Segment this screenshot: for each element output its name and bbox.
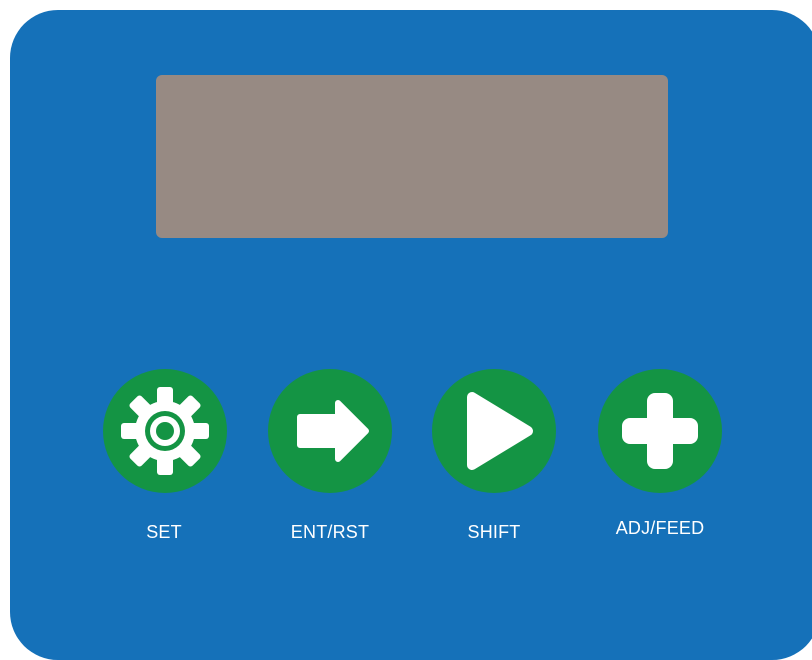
- shift-button[interactable]: [432, 369, 556, 493]
- arrow-right-icon: [297, 400, 369, 462]
- play-icon: [467, 392, 533, 470]
- shift-label: SHIFT: [467, 522, 521, 542]
- adj-feed-label: ADJ/FEED: [615, 518, 705, 538]
- gear-icon: [121, 387, 209, 475]
- set-label: SET: [146, 522, 182, 542]
- adj-feed-button[interactable]: [598, 369, 722, 493]
- plus-icon: [622, 393, 698, 469]
- set-button[interactable]: [103, 369, 227, 493]
- ent-rst-label: ENT/RST: [290, 522, 370, 542]
- lcd-display: [156, 75, 668, 238]
- ent-rst-button[interactable]: [268, 369, 392, 493]
